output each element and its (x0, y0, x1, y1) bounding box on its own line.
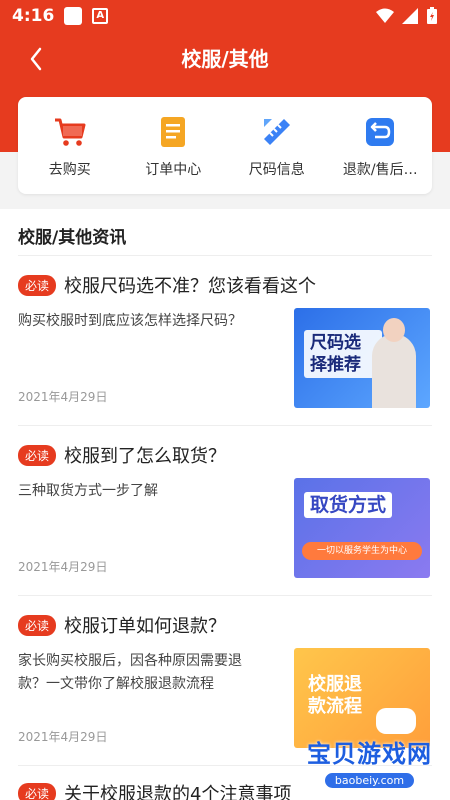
article-item[interactable]: 必读 校服尺码选不准？您该看看这个 购买校服时到底应该怎样选择尺码？ 尺码选择推… (18, 255, 432, 425)
quick-action-orders[interactable]: 订单中心 (122, 97, 226, 194)
battery-icon (427, 7, 437, 24)
clipboard-icon (161, 117, 186, 147)
return-icon (366, 118, 395, 146)
quick-action-label: 去购买 (48, 162, 91, 178)
quick-action-refund[interactable]: 退款/售后… (329, 97, 433, 194)
article-date: 2021年4月29日 (18, 560, 108, 574)
must-read-badge: 必读 (18, 782, 57, 800)
article-headline: 校服尺码选不准？您该看看这个 (64, 276, 317, 297)
must-read-badge: 必读 (18, 274, 57, 296)
thumbnail-text: 取货方式 (304, 492, 393, 518)
quick-action-label: 订单中心 (145, 162, 202, 178)
signal-icon (402, 8, 418, 24)
ruler-icon (263, 119, 290, 145)
article-headline: 校服到了怎么取货？ (64, 446, 227, 467)
notification-icon (64, 7, 83, 25)
android-notification-icon: A (92, 8, 109, 24)
article-headline: 关于校服退款的4个注意事项 (64, 784, 292, 800)
thumbnail-subtext: 一切以服务学生为中心 (302, 542, 422, 560)
news-section: 校服/其他资讯 必读 校服尺码选不准？您该看看这个 购买校服时到底应该怎样选择尺… (0, 209, 450, 800)
watermark-sub: baobeiy.com (324, 773, 415, 788)
status-bar: 4:16 A (0, 0, 450, 32)
gamepad-image (376, 708, 416, 734)
article-date: 2021年4月29日 (18, 730, 108, 744)
article-date: 2021年4月29日 (18, 390, 108, 404)
status-time: 4:16 (12, 6, 55, 26)
presenter-image (372, 318, 416, 408)
quick-action-label: 退款/售后… (342, 162, 418, 178)
quick-action-size[interactable]: 尺码信息 (225, 97, 329, 194)
article-headline: 校服订单如何退款？ (64, 616, 227, 637)
wifi-icon (376, 8, 394, 23)
article-thumbnail: 尺码选择推荐 (294, 308, 430, 408)
article-item[interactable]: 必读 校服到了怎么取货？ 三种取货方式一步了解 取货方式 一切以服务学生为中心 … (18, 425, 432, 595)
page-title: 校服/其他 (181, 47, 269, 71)
quick-action-label: 尺码信息 (248, 162, 305, 178)
must-read-badge: 必读 (18, 614, 57, 636)
shopping-cart-icon (54, 118, 86, 146)
must-read-badge: 必读 (18, 444, 57, 466)
thumbnail-text: 校服退款流程 (308, 674, 362, 717)
watermark: 宝贝游戏网 baobeiy.com (307, 734, 432, 788)
thumbnail-text: 尺码选择推荐 (304, 330, 382, 378)
quick-action-buy[interactable]: 去购买 (18, 97, 122, 194)
watermark-main: 宝贝游戏网 (307, 740, 432, 768)
news-section-title: 校服/其他资讯 (18, 228, 127, 248)
quick-actions-card: 去购买 订单中心 尺码信息 退款/售后… (18, 97, 432, 194)
article-thumbnail: 取货方式 一切以服务学生为中心 (294, 478, 430, 578)
article-thumbnail: 校服退款流程 (294, 648, 430, 748)
